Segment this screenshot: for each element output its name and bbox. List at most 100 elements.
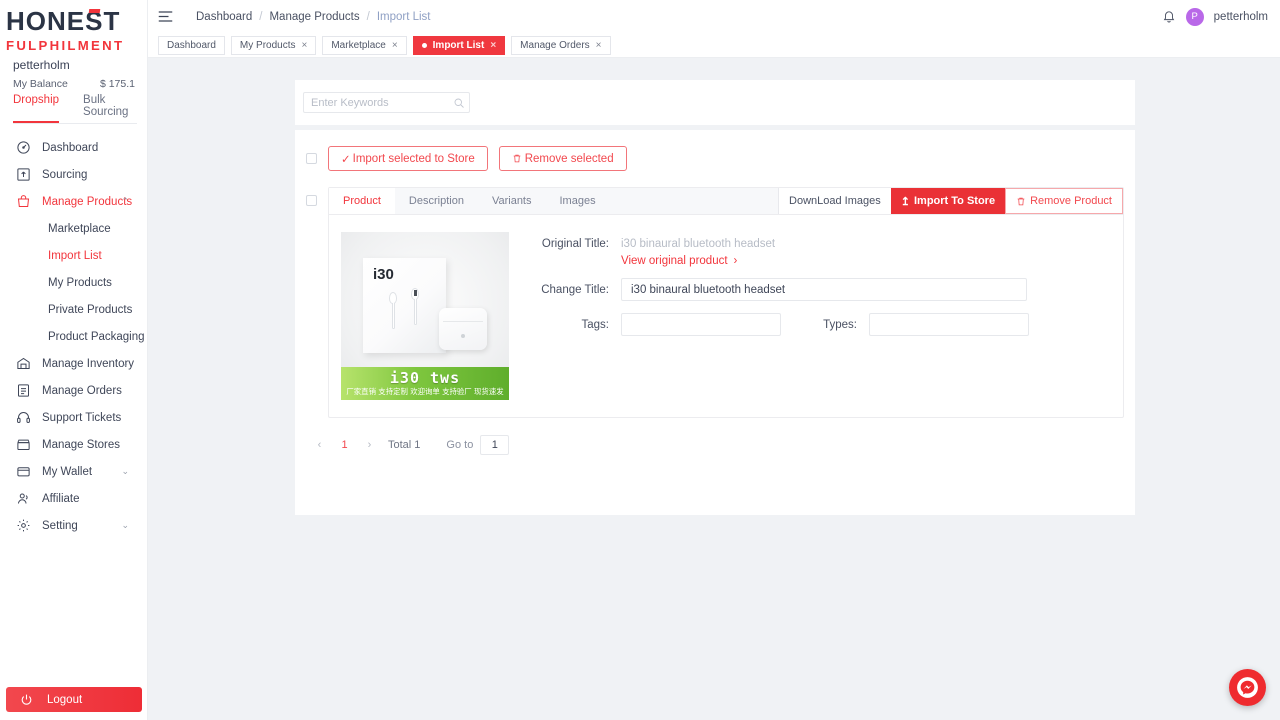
sidebar-item-manage-stores[interactable]: Manage Stores (0, 431, 147, 458)
chevron-right-icon: › (733, 255, 738, 267)
case-led-dot (461, 334, 465, 338)
sidebar-item-setting[interactable]: Setting ⌄ (0, 512, 147, 539)
package-box-graphic: i30 (363, 258, 446, 353)
pagination-page-1[interactable]: 1 (332, 439, 357, 451)
bag-icon (14, 193, 32, 211)
sidebar-item-import-list[interactable]: Import List (0, 242, 147, 269)
pagination-next-button[interactable]: › (357, 439, 382, 451)
sidebar-item-marketplace[interactable]: Marketplace (0, 215, 147, 242)
close-icon[interactable]: × (490, 40, 496, 51)
select-all-checkbox[interactable] (306, 153, 317, 164)
brand-logo[interactable]: HONEST FULPHILMENT (0, 0, 147, 56)
sidebar-nav: Dashboard Sourcing Manage Products ⌃ Mar… (0, 134, 147, 539)
sidebar-item-product-packaging[interactable]: Product Packaging (0, 323, 147, 350)
sidebar: HONEST FULPHILMENT petterholm My Balance… (0, 0, 148, 720)
sidebar-item-manage-orders[interactable]: Manage Orders (0, 377, 147, 404)
sidebar-item-label: Setting (42, 519, 78, 532)
view-original-product-link[interactable]: View original product › (621, 255, 1123, 267)
sidebar-item-label: Manage Products (42, 195, 133, 208)
upload-icon: ↥ (900, 195, 910, 208)
sidebar-item-my-wallet[interactable]: My Wallet ⌄ (0, 458, 147, 485)
remove-product-button[interactable]: Remove Product (1005, 188, 1123, 214)
sidebar-subitem-label: Private Products (48, 303, 133, 316)
original-title-row: Original Title: i30 binaural bluetooth h… (541, 238, 1123, 250)
speedometer-icon (14, 139, 32, 157)
download-images-button[interactable]: DownLoad Images (778, 188, 891, 214)
chevron-up-icon[interactable]: ⌃ (121, 196, 129, 207)
mode-tab-bulk-sourcing[interactable]: Bulk Sourcing (83, 94, 147, 123)
avatar[interactable]: P (1185, 7, 1204, 26)
bell-icon[interactable] (1162, 9, 1176, 24)
product-tab-product[interactable]: Product (329, 188, 395, 214)
balance-label: My Balance (13, 78, 68, 91)
change-title-label: Change Title: (541, 283, 609, 296)
sidebar-item-label: Manage Inventory (42, 357, 135, 370)
tab-my-products[interactable]: My Products × (230, 35, 317, 55)
sidebar-item-affiliate[interactable]: Affiliate (0, 485, 147, 512)
chevron-down-icon[interactable]: ⌄ (121, 466, 129, 477)
change-title-input[interactable] (621, 278, 1027, 301)
charging-case-graphic (439, 308, 487, 350)
pagination-goto-input[interactable] (480, 435, 510, 455)
trash-icon (1016, 196, 1026, 207)
import-to-store-button[interactable]: ↥ Import To Store (890, 188, 1006, 214)
chevron-down-icon[interactable]: ⌄ (121, 520, 129, 531)
gear-icon (14, 517, 32, 535)
product-select-checkbox[interactable] (306, 195, 317, 206)
sidebar-item-manage-products[interactable]: Manage Products ⌃ (0, 188, 147, 215)
sidebar-item-my-products[interactable]: My Products (0, 269, 147, 296)
product-card: Product Description Variants Images Down… (328, 187, 1124, 418)
close-icon[interactable]: × (392, 40, 398, 51)
download-images-label: DownLoad Images (789, 195, 881, 207)
breadcrumb-manage-products[interactable]: Manage Products (269, 11, 359, 23)
chevron-down-icon[interactable]: ⌄ (121, 358, 129, 369)
types-input[interactable] (869, 313, 1029, 336)
tab-manage-orders[interactable]: Manage Orders × (511, 35, 611, 55)
tags-label: Tags: (581, 318, 610, 331)
sidebar-item-label: My Wallet (42, 465, 93, 478)
search-box[interactable] (303, 92, 470, 113)
earbud-left-stem-graphic (392, 303, 395, 329)
breadcrumb-separator: / (366, 10, 370, 23)
product-tab-variants[interactable]: Variants (478, 188, 546, 214)
tags-input[interactable] (621, 313, 781, 336)
people-icon (14, 490, 32, 508)
search-icon[interactable] (453, 97, 465, 109)
topbar-username[interactable]: petterholm (1214, 11, 1268, 23)
hamburger-icon[interactable] (158, 10, 176, 23)
pagination-goto-label: Go to (446, 439, 474, 451)
logout-button[interactable]: Logout (6, 687, 142, 712)
check-icon: ✓ (341, 153, 351, 166)
headset-icon (14, 409, 32, 427)
sidebar-item-label: Manage Orders (42, 384, 122, 397)
mode-tab-dropship[interactable]: Dropship (13, 94, 60, 124)
messenger-chat-button[interactable] (1229, 669, 1266, 706)
sidebar-item-manage-inventory[interactable]: Manage Inventory ⌄ (0, 350, 147, 377)
sidebar-item-private-products[interactable]: Private Products (0, 296, 147, 323)
sidebar-subitem-label: Marketplace (48, 222, 111, 235)
earbud-right-mesh-graphic (414, 290, 417, 296)
product-thumbnail[interactable]: i30 i30 tws 厂家直销 支持定制 欢迎询单 支持验厂 现货速发 (341, 232, 509, 400)
sidebar-item-sourcing[interactable]: Sourcing (0, 161, 147, 188)
close-icon[interactable]: × (596, 40, 602, 51)
search-input[interactable] (311, 96, 453, 109)
sidebar-item-label: Dashboard (42, 141, 99, 154)
pagination-prev-button[interactable]: ‹ (307, 439, 332, 451)
tab-label: Dashboard (167, 39, 216, 51)
breadcrumb-dashboard[interactable]: Dashboard (196, 11, 252, 23)
sidebar-item-dashboard[interactable]: Dashboard (0, 134, 147, 161)
original-title-label: Original Title: (541, 238, 609, 250)
product-tab-description[interactable]: Description (395, 188, 478, 214)
tab-marketplace[interactable]: Marketplace × (322, 35, 407, 55)
product-tab-images[interactable]: Images (546, 188, 610, 214)
tab-import-list[interactable]: Import List × (412, 35, 506, 55)
tab-dashboard[interactable]: Dashboard (158, 35, 225, 55)
sidebar-item-support-tickets[interactable]: Support Tickets (0, 404, 147, 431)
main-content: ✓ Import selected to Store Remove select… (148, 58, 1280, 720)
tags-types-row: Tags: Types: (541, 313, 1123, 336)
product-image-banner: i30 tws 厂家直销 支持定制 欢迎询单 支持验厂 现货速发 (341, 367, 509, 400)
import-selected-to-store-button[interactable]: ✓ Import selected to Store (328, 146, 488, 171)
close-icon[interactable]: × (302, 40, 308, 51)
remove-selected-button[interactable]: Remove selected (498, 146, 627, 171)
case-lid-line (443, 321, 483, 322)
